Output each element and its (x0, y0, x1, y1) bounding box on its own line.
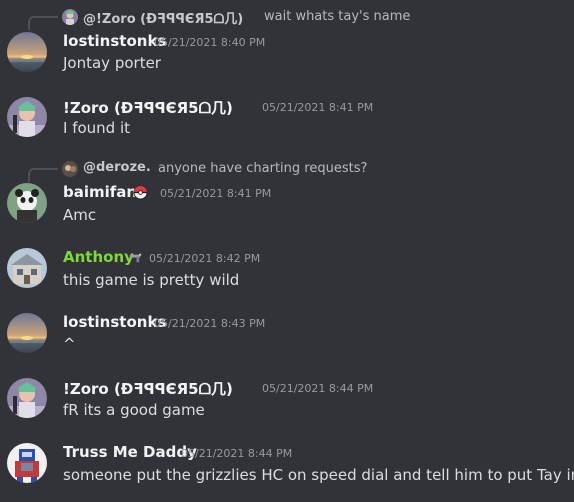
robot-avatar[interactable] (7, 443, 47, 483)
sunset-avatar[interactable] (7, 313, 47, 353)
reply-connector (28, 168, 58, 182)
message-author[interactable]: lostinstonks (63, 32, 166, 50)
message-author[interactable]: Truss Me Daddy (63, 443, 197, 461)
message-text: this game is pretty wild (63, 271, 240, 289)
message-text: I found it (63, 119, 131, 137)
panda-avatar[interactable] (7, 183, 47, 223)
reply-text[interactable]: wait whats tay's name (264, 9, 410, 24)
message-author[interactable]: lostinstonks (63, 313, 166, 331)
message-author[interactable]: baimifan (63, 183, 137, 201)
anime-character-avatar[interactable] (7, 378, 47, 418)
message-timestamp: 05/21/2021 8:41 PM (262, 101, 374, 114)
reply-connector (28, 16, 58, 30)
message-text: fR its a good game (63, 401, 205, 419)
user-avatar-small (62, 161, 78, 177)
gun-icon (128, 250, 143, 265)
message-text: someone put the grizzlies HC on speed di… (63, 466, 574, 484)
message-author[interactable]: Anthony (63, 248, 134, 266)
message-text: ^ (63, 335, 76, 353)
reply-author[interactable]: @!Zoro (ĐꟻꟼꟼЄЯ5ᗝ几) (83, 8, 243, 27)
message-text: Jontay porter (63, 54, 161, 72)
reply-text[interactable]: anyone have charting requests? (158, 161, 367, 176)
message-timestamp: 05/21/2021 8:42 PM (149, 252, 261, 265)
message-timestamp: 05/21/2021 8:40 PM (154, 36, 266, 49)
message-author[interactable]: !Zoro (ĐꟻꟼꟼЄЯ5ᗝ几) (63, 378, 233, 399)
anime-character-avatar[interactable] (7, 97, 47, 137)
message-timestamp: 05/21/2021 8:43 PM (154, 317, 266, 330)
message-timestamp: 05/21/2021 8:44 PM (181, 447, 293, 460)
message-timestamp: 05/21/2021 8:41 PM (160, 187, 272, 200)
message-text: Amc (63, 206, 97, 224)
message-author[interactable]: !Zoro (ĐꟻꟼꟼЄЯ5ᗝ几) (63, 97, 233, 118)
house-avatar[interactable] (7, 248, 47, 288)
chat-messages: @!Zoro (ĐꟻꟼꟼЄЯ5ᗝ几) wait whats tay's name (0, 0, 574, 502)
pokeball-icon (133, 185, 148, 200)
reply-author[interactable]: @deroze. (83, 160, 151, 175)
sunset-avatar[interactable] (7, 32, 47, 72)
message-timestamp: 05/21/2021 8:44 PM (262, 382, 374, 395)
anime-character-avatar (62, 9, 78, 25)
